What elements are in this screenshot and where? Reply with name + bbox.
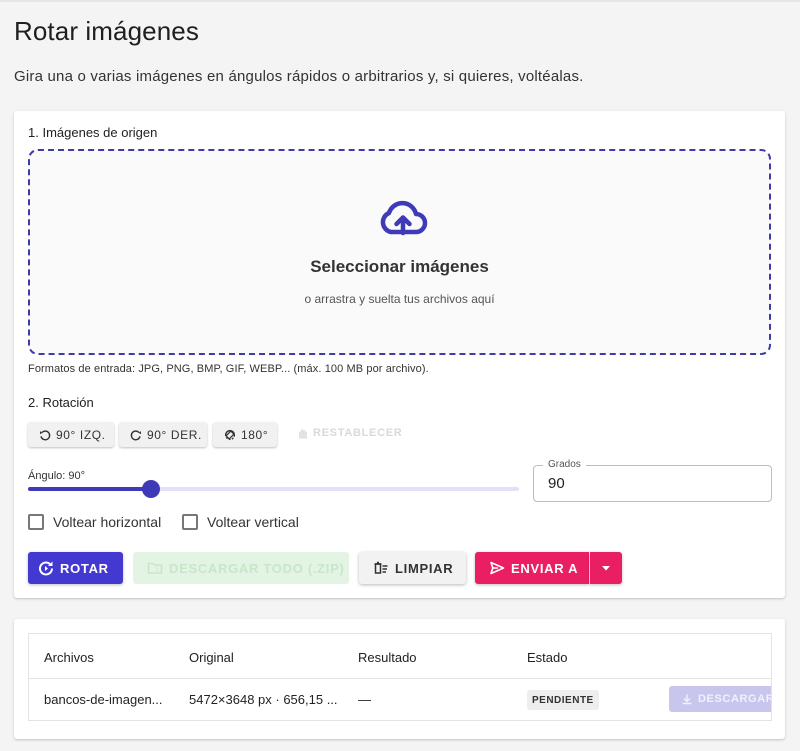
column-header-status: Estado [527, 650, 568, 665]
cloud-upload-icon [380, 200, 428, 236]
angle-slider[interactable] [28, 480, 519, 498]
rotate-left-button[interactable]: 90° IZQ. [28, 422, 114, 447]
rotate-right-icon [130, 429, 142, 440]
clear-button-label: LIMPIAR [395, 560, 454, 576]
image-dropzone[interactable]: Seleccionar imágenes o arrastra y suelta… [28, 149, 771, 355]
column-header-files: Archivos [44, 650, 94, 665]
rotate-left-label: 90° IZQ. [56, 427, 106, 442]
status-badge: PENDIENTE [527, 690, 599, 710]
page-subtitle: Gira una o varias imágenes en ángulos rá… [14, 68, 584, 85]
download-icon [682, 694, 692, 705]
rotate-180-button[interactable]: 180° [213, 422, 277, 447]
rotate-180-icon [224, 429, 236, 440]
original-info-cell: 5472×3648 px · 656,15 ... [189, 692, 338, 707]
rotate-icon [39, 561, 53, 576]
angle-slider-thumb[interactable] [141, 480, 160, 498]
degrees-field-label: Grados [543, 459, 586, 470]
angle-label: Ángulo: 90° [28, 470, 85, 482]
row-download-button[interactable]: DESCARGAR [669, 686, 772, 712]
dropzone-title: Seleccionar imágenes [310, 257, 489, 276]
degrees-input[interactable] [548, 475, 748, 492]
clear-button[interactable]: LIMPIAR [359, 552, 466, 584]
flip-horizontal-label: Voltear horizontal [53, 514, 162, 530]
send-to-label: ENVIAR A [511, 560, 579, 576]
source-section-label: 1. Imágenes de origen [28, 125, 158, 140]
flip-horizontal-box[interactable] [28, 514, 44, 530]
flip-vertical-box[interactable] [182, 514, 198, 530]
dropzone-subtitle: o arrastra y suelta tus archivos aquí [304, 292, 495, 306]
row-divider [29, 720, 771, 721]
caret-down-icon [602, 566, 610, 571]
flip-vertical-label: Voltear vertical [207, 514, 299, 530]
send-icon [490, 561, 505, 575]
rotate-right-button[interactable]: 90° DER. [119, 422, 207, 447]
rotate-button[interactable]: ROTAR [28, 552, 123, 584]
send-to-button[interactable]: ENVIAR A [475, 552, 589, 584]
page-title: Rotar imágenes [14, 16, 199, 46]
rotation-section-label: 2. Rotación [28, 395, 94, 410]
hand-icon [299, 429, 307, 439]
angle-slider-fill [28, 487, 151, 491]
reset-label: RESTABLECER [313, 427, 403, 439]
header-divider [29, 678, 771, 679]
formats-note: Formatos de entrada: JPG, PNG, BMP, GIF,… [28, 363, 429, 375]
download-all-label: DESCARGAR TODO (.ZIP) [169, 560, 345, 576]
rotate-left-icon [39, 429, 51, 440]
degrees-field[interactable]: Grados [533, 459, 772, 502]
reset-button[interactable]: RESTABLECER [297, 427, 402, 439]
flip-vertical-checkbox[interactable]: Voltear vertical [182, 514, 299, 530]
files-table: Archivos Original Resultado Estado banco… [28, 633, 772, 721]
rotate-form-card: 1. Imágenes de origen Seleccionar imágen… [14, 111, 785, 598]
download-all-button[interactable]: DESCARGAR TODO (.ZIP) [133, 552, 349, 584]
folder-zip-icon [147, 562, 163, 574]
rotate-180-label: 180° [241, 427, 269, 442]
rotate-button-label: ROTAR [60, 560, 109, 576]
column-header-original: Original [189, 650, 234, 665]
flip-horizontal-checkbox[interactable]: Voltear horizontal [28, 514, 161, 530]
file-name-cell: bancos-de-imagen... [44, 692, 163, 707]
clear-list-icon [374, 561, 388, 574]
row-download-label: DESCARGAR [698, 693, 772, 705]
send-to-menu-button[interactable] [590, 552, 622, 584]
top-divider [0, 0, 800, 2]
files-table-card: Archivos Original Resultado Estado banco… [14, 619, 785, 739]
column-header-result: Resultado [358, 650, 417, 665]
rotate-right-label: 90° DER. [147, 427, 202, 442]
result-cell: — [358, 692, 371, 707]
